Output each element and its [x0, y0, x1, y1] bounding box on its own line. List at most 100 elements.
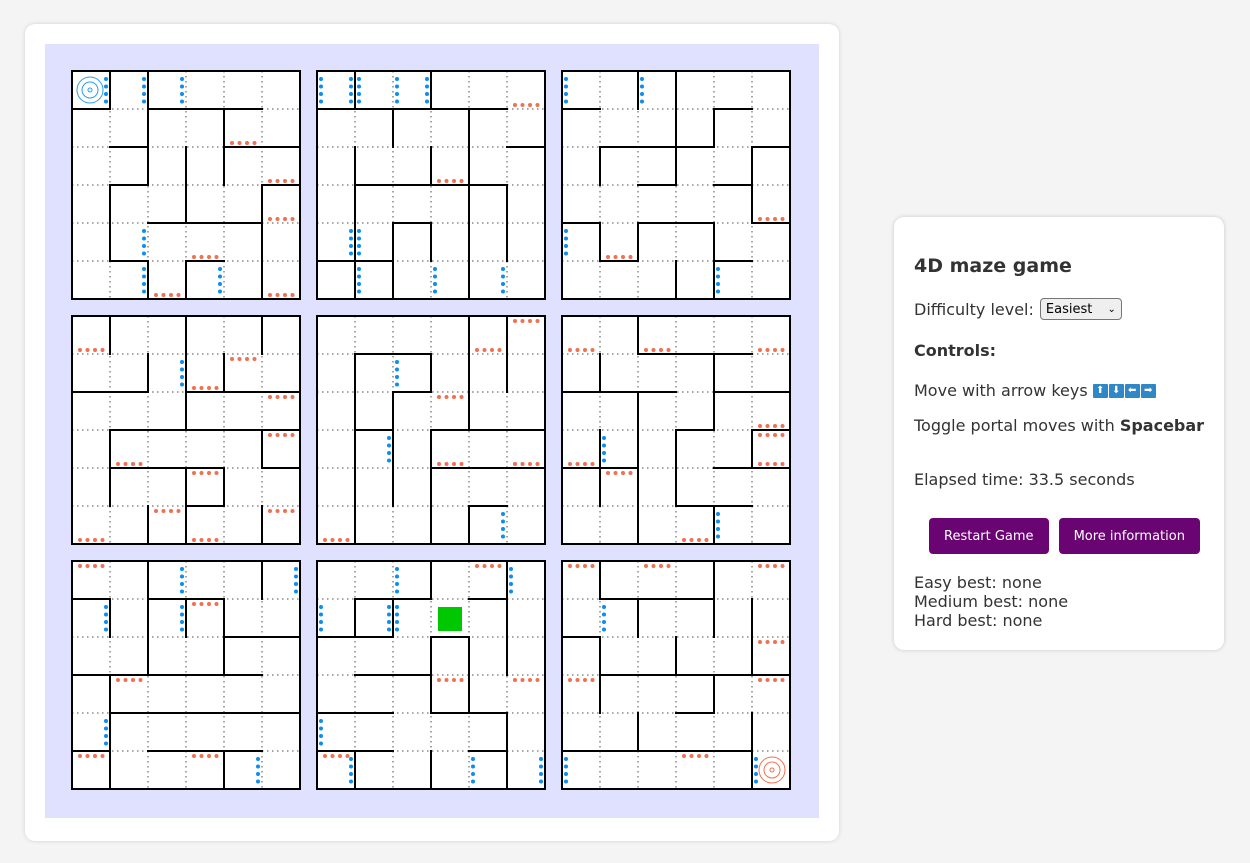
blue-portal-dot [294, 589, 298, 594]
orange-portal-dot [283, 509, 287, 513]
orange-portal-dot [682, 538, 686, 542]
orange-portal-dot [758, 678, 762, 682]
orange-portal-dot [100, 538, 105, 542]
orange-portal-dot [568, 348, 572, 352]
orange-portal-dot [138, 462, 143, 466]
blue-portal-dot [564, 779, 568, 784]
orange-portal-dot [758, 640, 762, 644]
blue-portal-dot [142, 77, 146, 81]
orange-portal-dot [192, 538, 196, 542]
orange-portal-dot [437, 395, 441, 399]
maze-level-3 [561, 70, 791, 300]
maze-level-7 [71, 560, 301, 790]
orange-portal-dot [275, 509, 280, 513]
blue-portal-dot [471, 757, 475, 761]
orange-portal-dot [773, 424, 777, 428]
more-information-button[interactable]: More information [1058, 518, 1200, 554]
right-arrow-icon: ➡ [1140, 383, 1156, 398]
restart-game-button[interactable]: Restart Game [929, 518, 1049, 554]
orange-portal-dot [290, 509, 295, 513]
orange-portal-dot [123, 462, 128, 466]
orange-portal-dot [78, 754, 82, 758]
orange-portal-dot [621, 255, 625, 259]
orange-portal-dot [207, 471, 211, 475]
orange-portal-dot [199, 602, 204, 606]
orange-portal-dot [131, 678, 135, 682]
orange-portal-dot [590, 348, 595, 352]
orange-portal-dot [482, 348, 487, 352]
blue-portal-dot [387, 458, 391, 463]
orange-portal-dot [583, 348, 587, 352]
up-arrow-icon: ⬆ [1092, 383, 1108, 398]
blue-portal-dot [218, 267, 222, 271]
orange-portal-dot [323, 538, 327, 542]
orange-portal-dot [78, 538, 82, 542]
blue-portal-dot [395, 99, 399, 104]
orange-portal-dot [123, 678, 128, 682]
orange-portal-dot [338, 538, 342, 542]
orange-portal-dot [338, 754, 342, 758]
orange-portal-dot [268, 395, 272, 399]
blue-portal-dot [395, 92, 399, 96]
orange-portal-dot [93, 348, 97, 352]
blue-portal-dot [104, 726, 108, 731]
orange-portal-dot [758, 424, 762, 428]
move-text: Move with arrow keys [914, 381, 1088, 400]
orange-portal-dot [528, 103, 532, 107]
blue-portal-dot [349, 84, 353, 89]
blue-portal-dot [357, 84, 361, 89]
blue-portal-dot [349, 244, 353, 248]
blue-portal-dot [104, 612, 108, 617]
orange-portal-dot [780, 564, 785, 568]
button-row: Restart Game More information [929, 518, 1200, 554]
orange-portal-dot [252, 357, 257, 361]
maze-board[interactable] [45, 44, 819, 818]
blue-portal-dot [509, 589, 513, 594]
blue-portal-dot [602, 605, 606, 609]
orange-portal-dot [628, 471, 633, 475]
orange-portal-dot [169, 293, 173, 297]
blue-portal-dot [754, 757, 758, 761]
orange-portal-dot [666, 348, 671, 352]
orange-portal-dot [644, 348, 648, 352]
orange-portal-dot [520, 678, 525, 682]
orange-portal-dot [535, 462, 540, 466]
orange-portal-dot [330, 754, 335, 758]
orange-portal-dot [568, 462, 572, 466]
blue-portal-dot [395, 605, 399, 609]
blue-portal-dot [104, 734, 108, 738]
blue-portal-dot [256, 772, 260, 776]
blue-portal-dot [564, 757, 568, 761]
blue-portal-dot [180, 382, 184, 387]
blue-portal-dot [294, 582, 298, 586]
orange-portal-dot [268, 509, 272, 513]
maze-level-8 [316, 560, 546, 790]
blue-portal-dot [425, 92, 429, 96]
orange-portal-dot [575, 564, 580, 568]
blue-portal-dot [539, 757, 543, 761]
blue-portal-dot [104, 719, 108, 723]
down-arrow-icon: ⬇ [1108, 383, 1124, 398]
orange-portal-dot [237, 357, 242, 361]
blue-portal-dot [602, 620, 606, 624]
blue-portal-dot [349, 229, 353, 233]
orange-portal-dot [283, 217, 287, 221]
orange-portal-dot [154, 509, 158, 513]
orange-portal-dot [93, 754, 97, 758]
orange-portal-dot [528, 462, 532, 466]
blue-portal-dot [180, 360, 184, 364]
orange-portal-dot [100, 754, 105, 758]
orange-portal-dot [100, 564, 105, 568]
orange-portal-dot [290, 293, 295, 297]
orange-portal-dot [666, 564, 671, 568]
orange-portal-dot [192, 754, 196, 758]
blue-portal-dot [319, 99, 323, 104]
orange-portal-dot [475, 564, 479, 568]
blue-portal-dot [501, 527, 505, 531]
difficulty-select[interactable]: Easiest ⌄ [1039, 298, 1122, 320]
blue-portal-dot [501, 282, 505, 286]
orange-portal-dot [199, 538, 204, 542]
orange-portal-dot [765, 564, 770, 568]
blue-portal-dot [425, 77, 429, 81]
orange-portal-dot [85, 348, 90, 352]
